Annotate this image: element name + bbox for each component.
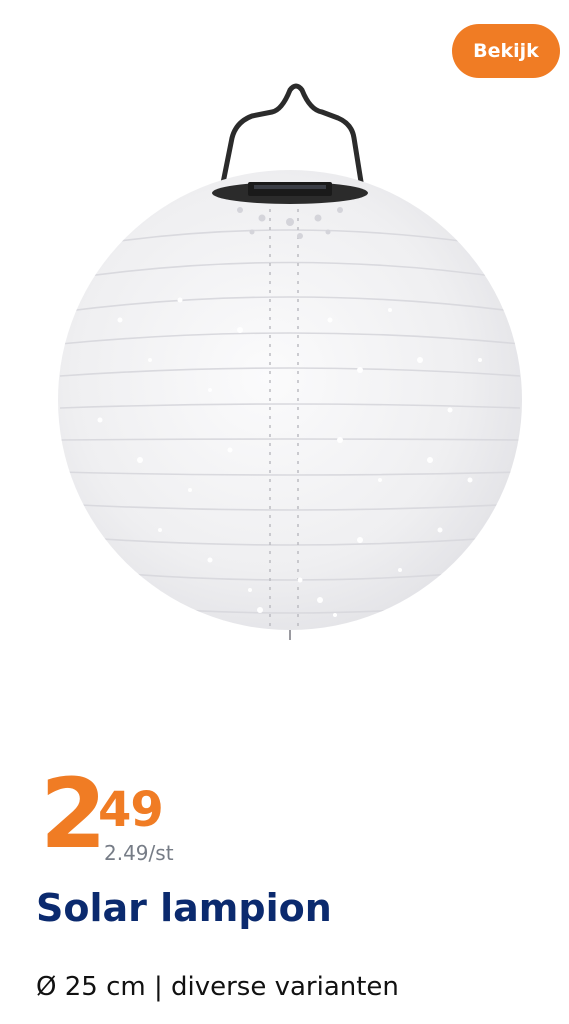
price-decimal: 49 (98, 782, 164, 838)
price-whole: 2 (40, 758, 107, 870)
product-title: Solar lampion (36, 886, 332, 930)
product-image (58, 83, 522, 640)
product-subtitle: Ø 25 cm | diverse varianten (36, 972, 399, 1002)
price-block: 2 49 2.49/st (40, 766, 340, 876)
unit-price: 2.49/st (104, 841, 174, 865)
lantern-globe (58, 170, 522, 630)
